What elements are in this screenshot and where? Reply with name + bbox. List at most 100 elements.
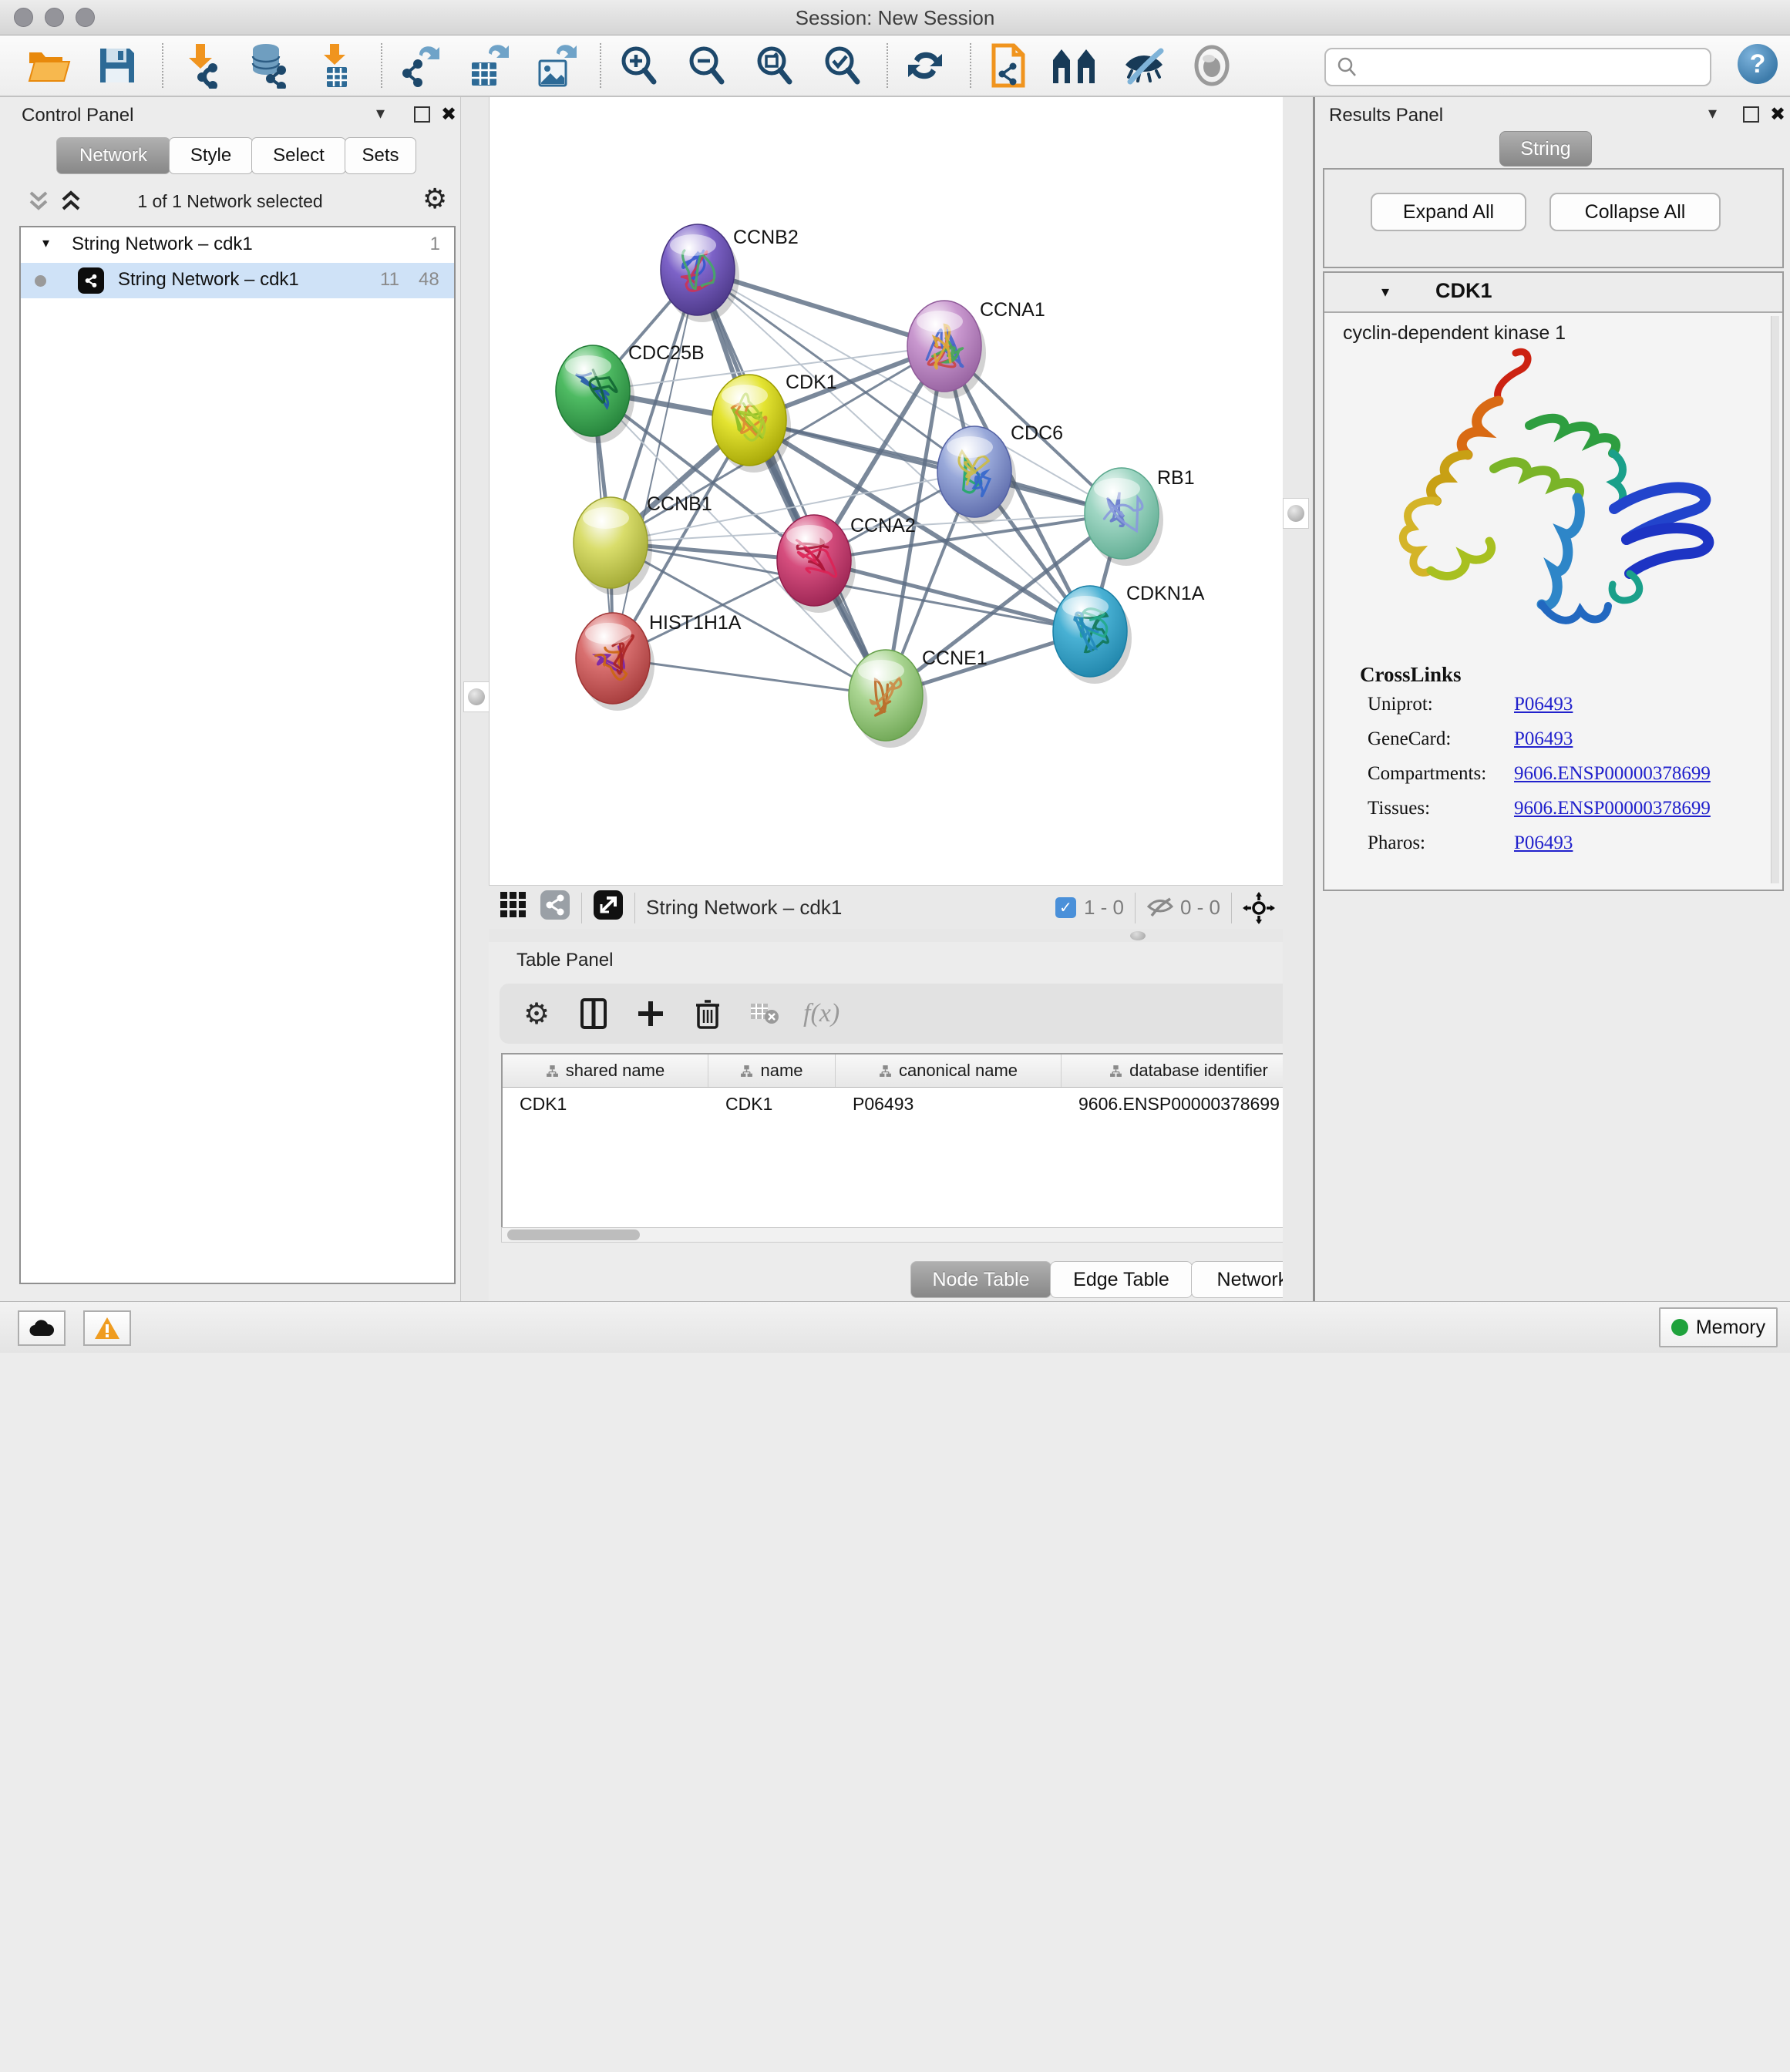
- network-selection-status: 1 of 1 Network selected: [0, 191, 460, 212]
- hide-selection-icon[interactable]: [1119, 40, 1169, 91]
- node-label-RB1: RB1: [1157, 467, 1195, 489]
- column-header[interactable]: name: [708, 1054, 836, 1087]
- column-header[interactable]: canonical name: [836, 1054, 1062, 1087]
- network-edge[interactable]: [749, 420, 1122, 513]
- tab-node-table[interactable]: Node Table: [910, 1261, 1051, 1298]
- column-header[interactable]: database identifier: [1062, 1054, 1317, 1087]
- delete-column-trash-icon[interactable]: [689, 995, 726, 1032]
- zoom-in-icon[interactable]: [614, 40, 663, 91]
- help-button[interactable]: ?: [1738, 44, 1778, 84]
- show-columns-icon[interactable]: [575, 995, 612, 1032]
- right-splitter[interactable]: [1283, 97, 1313, 1301]
- crosslink-row: GeneCard:P06493: [1324, 728, 1782, 763]
- crosslink-link[interactable]: P06493: [1514, 694, 1573, 715]
- import-table-from-file-icon[interactable]: [311, 40, 361, 91]
- tab-select[interactable]: Select: [251, 137, 346, 174]
- network-share-view-icon[interactable]: [540, 890, 570, 926]
- left-splitter-grip[interactable]: [463, 681, 490, 712]
- column-header[interactable]: shared name: [503, 1054, 708, 1087]
- crosslink-link[interactable]: P06493: [1514, 832, 1573, 854]
- expand-all-button[interactable]: Expand All: [1371, 193, 1526, 231]
- delete-table-icon[interactable]: [746, 995, 783, 1032]
- table-scrollbar-thumb[interactable]: [507, 1229, 640, 1240]
- first-neighbors-icon[interactable]: [1051, 40, 1101, 91]
- panel-close-icon[interactable]: ✖: [1770, 103, 1785, 126]
- network-options-gear-icon[interactable]: ⚙: [422, 183, 447, 215]
- results-panel-title: Results Panel: [1329, 105, 1443, 126]
- string-node-section: ▾ CDK1 cyclin-dependent kinase 1 Cross: [1323, 271, 1784, 891]
- cloud-status-button[interactable]: [18, 1310, 66, 1346]
- function-builder-icon[interactable]: f(x): [803, 995, 839, 1032]
- zoom-fit-content-icon[interactable]: [749, 40, 799, 91]
- tab-style[interactable]: Style: [169, 137, 253, 174]
- export-image-icon[interactable]: [530, 40, 580, 91]
- network-view-toolbar: String Network – cdk1 ✓ 1 - 0 0 - 0: [489, 885, 1286, 930]
- toolbar-separator: [634, 893, 635, 923]
- right-splitter-grip[interactable]: [1283, 498, 1309, 529]
- panel-close-icon[interactable]: ✖: [441, 103, 456, 126]
- network-edge[interactable]: [613, 270, 698, 658]
- zoom-selected-region-icon[interactable]: [817, 40, 866, 91]
- crosslink-link[interactable]: 9606.ENSP00000378699: [1514, 798, 1711, 819]
- gene-section-header[interactable]: ▾ CDK1: [1324, 273, 1782, 313]
- section-collapse-caret-icon[interactable]: ▾: [1381, 282, 1389, 301]
- toolbar-separator: [887, 43, 888, 88]
- network-status-dot-icon: [35, 275, 46, 287]
- open-session-icon[interactable]: [25, 40, 74, 91]
- apply-preferred-layout-icon[interactable]: [900, 40, 950, 91]
- open-view-in-window-icon[interactable]: [593, 890, 624, 926]
- table-cell[interactable]: CDK1: [708, 1088, 836, 1120]
- table-cell[interactable]: P06493: [836, 1088, 1062, 1120]
- table-settings-gear-icon[interactable]: ⚙: [518, 995, 555, 1032]
- tab-sets[interactable]: Sets: [345, 137, 416, 174]
- hidden-eye-icon[interactable]: [1146, 897, 1174, 919]
- horizontal-splitter-grip[interactable]: [1130, 931, 1146, 940]
- create-column-plus-icon[interactable]: [632, 995, 669, 1032]
- selected-node-edge-count: 1 - 0: [1084, 896, 1124, 920]
- collection-count: 1: [430, 234, 440, 255]
- node-label-CDC6: CDC6: [1011, 422, 1063, 444]
- title-bar: Session: New Session: [0, 0, 1790, 35]
- search-input[interactable]: [1358, 52, 1710, 82]
- crosslink-link[interactable]: 9606.ENSP00000378699: [1514, 763, 1711, 785]
- collapse-all-button[interactable]: Collapse All: [1549, 193, 1721, 231]
- network-graph[interactable]: CCNB2CCNA1CDC25BCDK1CDC6RB1CCNB1CCNA2CDK…: [490, 97, 1287, 885]
- crosslink-row: Tissues:9606.ENSP00000378699: [1324, 798, 1782, 832]
- show-all-icon[interactable]: [1187, 40, 1237, 91]
- new-network-from-selection-icon[interactable]: [984, 40, 1033, 91]
- network-row-selected[interactable]: String Network – cdk1 11 48: [21, 263, 454, 298]
- grid-view-icon[interactable]: [500, 891, 527, 924]
- node-label-CDK1: CDK1: [786, 372, 837, 393]
- network-view-title: String Network – cdk1: [646, 896, 842, 920]
- zoom-out-icon[interactable]: [681, 40, 731, 91]
- crosslink-label: Pharos:: [1368, 832, 1425, 854]
- export-network-icon[interactable]: [395, 40, 444, 91]
- fit-selected-crosshair-icon[interactable]: [1243, 892, 1275, 924]
- selected-checkbox-icon[interactable]: ✓: [1055, 897, 1076, 918]
- tab-string[interactable]: String: [1499, 131, 1592, 166]
- left-splitter[interactable]: [460, 97, 490, 1301]
- panel-float-icon[interactable]: [414, 106, 430, 123]
- panel-float-icon[interactable]: [1743, 106, 1759, 123]
- export-table-icon[interactable]: [463, 40, 512, 91]
- panel-menu-caret-icon[interactable]: ▾: [1708, 103, 1717, 123]
- import-network-from-database-icon[interactable]: [244, 40, 293, 91]
- network-collection-row[interactable]: ▾ String Network – cdk1 1: [21, 227, 454, 263]
- network-canvas[interactable]: CCNB2CCNA1CDC25BCDK1CDC6RB1CCNB1CCNA2CDK…: [489, 97, 1287, 885]
- toolbar-separator: [1231, 893, 1232, 923]
- control-panel-title: Control Panel: [22, 105, 133, 126]
- results-scrollbar[interactable]: [1771, 316, 1779, 883]
- tree-expand-caret-icon[interactable]: ▾: [42, 235, 49, 251]
- panel-menu-caret-icon[interactable]: ▾: [376, 103, 385, 123]
- table-cell[interactable]: CDK1: [503, 1088, 708, 1120]
- tab-edge-table[interactable]: Edge Table: [1050, 1261, 1193, 1298]
- crosslink-link[interactable]: P06493: [1514, 728, 1573, 750]
- save-session-icon[interactable]: [93, 40, 142, 91]
- node-count: 11: [380, 269, 399, 291]
- table-cell[interactable]: 9606.ENSP00000378699: [1062, 1088, 1317, 1120]
- search-field[interactable]: [1324, 48, 1711, 86]
- warnings-button[interactable]: [83, 1310, 131, 1346]
- tab-network[interactable]: Network: [56, 137, 170, 174]
- memory-button[interactable]: Memory: [1659, 1307, 1778, 1347]
- import-network-from-file-icon[interactable]: [176, 40, 225, 91]
